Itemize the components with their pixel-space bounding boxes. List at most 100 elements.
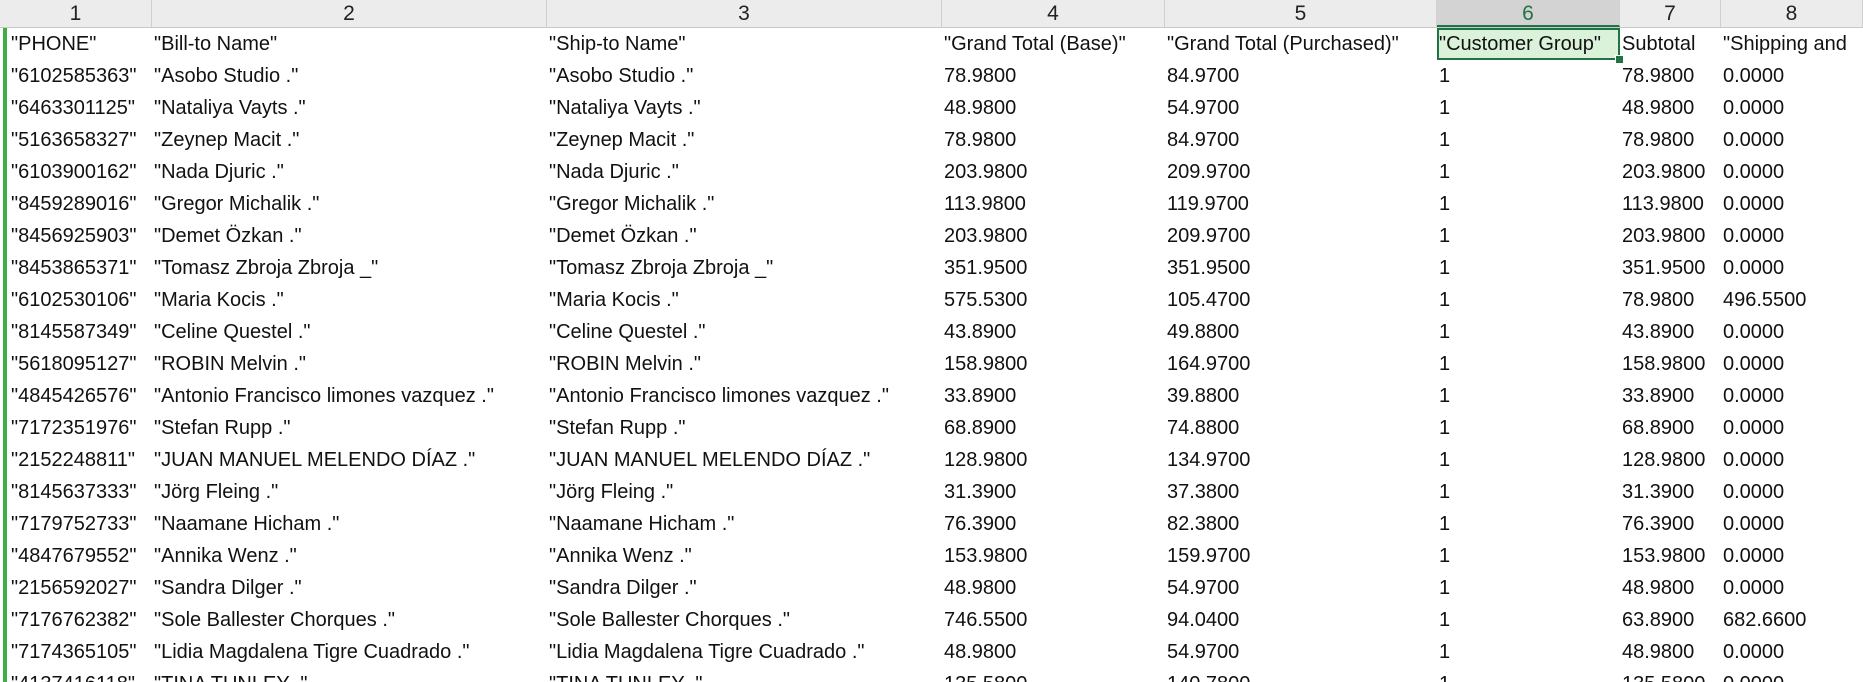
cell-r9-c2[interactable]: "Maria Kocis ." (152, 284, 547, 316)
cell-r7-c6[interactable]: 1 (1437, 220, 1620, 252)
cell-r8-c1[interactable]: "8453865371" (0, 252, 152, 284)
column-header-3[interactable]: 3 (547, 0, 942, 27)
cell-r8-c4[interactable]: 351.9500 (942, 252, 1165, 284)
cell-r18-c4[interactable]: 48.9800 (942, 572, 1165, 604)
cell-r11-c6[interactable]: 1 (1437, 348, 1620, 380)
cell-r9-c6[interactable]: 1 (1437, 284, 1620, 316)
cell-r19-c5[interactable]: 94.0400 (1165, 604, 1437, 636)
cell-r4-c7[interactable]: 78.9800 (1620, 124, 1721, 156)
cell-r12-c6[interactable]: 1 (1437, 380, 1620, 412)
cell-r17-c2[interactable]: "Annika Wenz ." (152, 540, 547, 572)
cell-r4-c1[interactable]: "5163658327" (0, 124, 152, 156)
cell-r6-c3[interactable]: "Gregor Michalik ." (547, 188, 942, 220)
cell-r6-c2[interactable]: "Gregor Michalik ." (152, 188, 547, 220)
cell-r1-c8[interactable]: "Shipping and (1721, 28, 1863, 60)
cell-r19-c7[interactable]: 63.8900 (1620, 604, 1721, 636)
cell-r18-c2[interactable]: "Sandra Dilger ." (152, 572, 547, 604)
column-header-5[interactable]: 5 (1165, 0, 1437, 27)
cell-r8-c6[interactable]: 1 (1437, 252, 1620, 284)
cell-r2-c5[interactable]: 84.9700 (1165, 60, 1437, 92)
cell-r10-c7[interactable]: 43.8900 (1620, 316, 1721, 348)
cell-r13-c1[interactable]: "7172351976" (0, 412, 152, 444)
cell-r18-c8[interactable]: 0.0000 (1721, 572, 1863, 604)
cell-r15-c5[interactable]: 37.3800 (1165, 476, 1437, 508)
cell-r2-c7[interactable]: 78.9800 (1620, 60, 1721, 92)
cell-r10-c4[interactable]: 43.8900 (942, 316, 1165, 348)
cell-r17-c5[interactable]: 159.9700 (1165, 540, 1437, 572)
cell-r6-c8[interactable]: 0.0000 (1721, 188, 1863, 220)
column-header-8[interactable]: 8 (1721, 0, 1863, 27)
cell-r12-c1[interactable]: "4845426576" (0, 380, 152, 412)
fill-handle[interactable] (1615, 55, 1624, 64)
cell-r11-c2[interactable]: "ROBIN Melvin ." (152, 348, 547, 380)
spreadsheet[interactable]: 12345678 "PHONE" "Bill-to Name" "Ship-to N… (0, 0, 1863, 682)
cell-r5-c4[interactable]: 203.9800 (942, 156, 1165, 188)
cell-r6-c5[interactable]: 119.9700 (1165, 188, 1437, 220)
cell-r21-c2[interactable]: "TINA TUNLEY ." (152, 668, 547, 682)
cell-r1-c3[interactable]: "Ship-to Name" (547, 28, 942, 60)
cell-r4-c8[interactable]: 0.0000 (1721, 124, 1863, 156)
cell-r6-c7[interactable]: 113.9800 (1620, 188, 1721, 220)
cell-r17-c3[interactable]: "Annika Wenz ." (547, 540, 942, 572)
cell-r2-c8[interactable]: 0.0000 (1721, 60, 1863, 92)
cell-r15-c4[interactable]: 31.3900 (942, 476, 1165, 508)
column-header-4[interactable]: 4 (942, 0, 1165, 27)
cell-r17-c8[interactable]: 0.0000 (1721, 540, 1863, 572)
cell-r10-c3[interactable]: "Celine Questel ." (547, 316, 942, 348)
cell-r10-c5[interactable]: 49.8800 (1165, 316, 1437, 348)
cell-r20-c4[interactable]: 48.9800 (942, 636, 1165, 668)
cell-r1-c6[interactable]: "Customer Group" (1437, 28, 1620, 60)
cell-r7-c2[interactable]: "Demet Özkan ." (152, 220, 547, 252)
cell-r7-c5[interactable]: 209.9700 (1165, 220, 1437, 252)
cell-r3-c1[interactable]: "6463301125" (0, 92, 152, 124)
cell-r12-c7[interactable]: 33.8900 (1620, 380, 1721, 412)
cell-r11-c1[interactable]: "5618095127" (0, 348, 152, 380)
cell-r14-c6[interactable]: 1 (1437, 444, 1620, 476)
cell-r7-c3[interactable]: "Demet Özkan ." (547, 220, 942, 252)
cell-r14-c3[interactable]: "JUAN MANUEL MELENDO DÍAZ ." (547, 444, 942, 476)
cell-r5-c5[interactable]: 209.9700 (1165, 156, 1437, 188)
cell-r18-c3[interactable]: "Sandra Dilger ." (547, 572, 942, 604)
cell-r19-c8[interactable]: 682.6600 (1721, 604, 1863, 636)
cell-r14-c7[interactable]: 128.9800 (1620, 444, 1721, 476)
cell-r18-c1[interactable]: "2156592027" (0, 572, 152, 604)
cell-r8-c5[interactable]: 351.9500 (1165, 252, 1437, 284)
cell-r3-c5[interactable]: 54.9700 (1165, 92, 1437, 124)
cell-r15-c6[interactable]: 1 (1437, 476, 1620, 508)
cell-r20-c5[interactable]: 54.9700 (1165, 636, 1437, 668)
cell-r20-c3[interactable]: "Lidia Magdalena Tigre Cuadrado ." (547, 636, 942, 668)
cell-r18-c7[interactable]: 48.9800 (1620, 572, 1721, 604)
cell-r13-c3[interactable]: "Stefan Rupp ." (547, 412, 942, 444)
cell-r19-c1[interactable]: "7176762382" (0, 604, 152, 636)
cell-r1-c5[interactable]: "Grand Total (Purchased)" (1165, 28, 1437, 60)
cell-r12-c3[interactable]: "Antonio Francisco limones vazquez ." (547, 380, 942, 412)
cell-r13-c6[interactable]: 1 (1437, 412, 1620, 444)
cell-r20-c7[interactable]: 48.9800 (1620, 636, 1721, 668)
cell-r5-c8[interactable]: 0.0000 (1721, 156, 1863, 188)
cell-r4-c6[interactable]: 1 (1437, 124, 1620, 156)
cell-r11-c8[interactable]: 0.0000 (1721, 348, 1863, 380)
cell-r14-c2[interactable]: "JUAN MANUEL MELENDO DÍAZ ." (152, 444, 547, 476)
cell-r2-c2[interactable]: "Asobo Studio ." (152, 60, 547, 92)
cell-r14-c4[interactable]: 128.9800 (942, 444, 1165, 476)
cell-r5-c2[interactable]: "Nada Djuric ." (152, 156, 547, 188)
cell-r2-c1[interactable]: "6102585363" (0, 60, 152, 92)
cell-r6-c4[interactable]: 113.9800 (942, 188, 1165, 220)
cell-r13-c8[interactable]: 0.0000 (1721, 412, 1863, 444)
cell-r13-c5[interactable]: 74.8800 (1165, 412, 1437, 444)
cell-r21-c8[interactable]: 0.0000 (1721, 668, 1863, 682)
cell-r7-c8[interactable]: 0.0000 (1721, 220, 1863, 252)
cell-r16-c3[interactable]: "Naamane Hicham ." (547, 508, 942, 540)
cell-r20-c6[interactable]: 1 (1437, 636, 1620, 668)
cell-r18-c5[interactable]: 54.9700 (1165, 572, 1437, 604)
cell-r12-c8[interactable]: 0.0000 (1721, 380, 1863, 412)
cell-r11-c4[interactable]: 158.9800 (942, 348, 1165, 380)
cell-r19-c2[interactable]: "Sole Ballester Chorques ." (152, 604, 547, 636)
cell-r9-c5[interactable]: 105.4700 (1165, 284, 1437, 316)
cell-r3-c3[interactable]: "Nataliya Vayts ." (547, 92, 942, 124)
cell-r13-c2[interactable]: "Stefan Rupp ." (152, 412, 547, 444)
cell-r11-c7[interactable]: 158.9800 (1620, 348, 1721, 380)
cell-r15-c8[interactable]: 0.0000 (1721, 476, 1863, 508)
column-header-7[interactable]: 7 (1620, 0, 1721, 27)
cell-r2-c6[interactable]: 1 (1437, 60, 1620, 92)
